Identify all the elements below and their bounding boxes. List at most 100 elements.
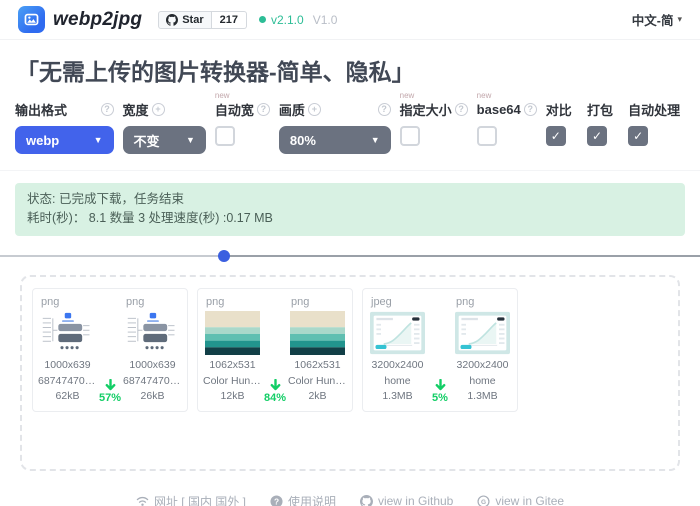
slider-track-remaining[interactable] bbox=[224, 255, 700, 257]
version-secondary: V1.0 bbox=[313, 13, 338, 27]
base64-label: base64 bbox=[477, 102, 521, 117]
compare-checkbox[interactable]: ✓ bbox=[546, 126, 566, 146]
image-dimensions: 3200x2400 bbox=[368, 358, 427, 374]
format-label: png bbox=[456, 296, 512, 308]
star-label: Star bbox=[182, 14, 203, 26]
compare-label: 对比 bbox=[546, 100, 572, 119]
reduction-indicator: 84% bbox=[262, 296, 288, 405]
specify-size-checkbox[interactable] bbox=[400, 126, 420, 146]
width-control: 宽度 + 不变 ▼ bbox=[123, 101, 206, 154]
thumbnail-dashboard[interactable] bbox=[455, 311, 510, 355]
chevron-down-icon: ▾ bbox=[677, 14, 682, 25]
quality-value: 80% bbox=[290, 133, 316, 148]
output-format-control: 输出格式 ? webp ▼ bbox=[15, 101, 114, 154]
reduction-percent: 5% bbox=[432, 392, 448, 404]
image-dimensions: 3200x2400 bbox=[453, 358, 512, 374]
output-format-value: webp bbox=[26, 133, 59, 148]
output-format-select[interactable]: webp ▼ bbox=[15, 126, 114, 154]
app-title: webp2jpg bbox=[53, 9, 142, 31]
image-dimensions: 1000x639 bbox=[123, 358, 182, 374]
quality-select[interactable]: 80% ▼ bbox=[279, 126, 391, 154]
thumbnail-palette[interactable] bbox=[205, 311, 260, 355]
new-badge: new bbox=[477, 92, 492, 100]
footer-link[interactable]: ? 使用说明 bbox=[270, 493, 336, 506]
thumbnail-diagram[interactable] bbox=[40, 311, 95, 355]
drop-zone[interactable]: png1000x6396874747073...62kB57%png1000x6… bbox=[20, 275, 680, 471]
auto-width-checkbox[interactable] bbox=[215, 126, 235, 146]
quality-control: 画质 + ? 80% ▼ bbox=[279, 101, 391, 154]
auto-width-label: 自动宽 bbox=[215, 100, 254, 119]
format-label: png bbox=[41, 296, 97, 308]
footer-link-label: 使用说明 bbox=[288, 493, 336, 506]
format-label: png bbox=[291, 296, 347, 308]
status-banner: 状态: 已完成下载，任务结束 耗时(秒)： 8.1 数量 3 处理速度(秒) :… bbox=[15, 183, 685, 236]
reduction-indicator: 57% bbox=[97, 296, 123, 405]
help-icon[interactable]: ? bbox=[524, 103, 537, 116]
top-bar: webp2jpg Star 217 v2.1.0 V1.0 中文-简 ▾ bbox=[0, 0, 700, 40]
image-dimensions: 1062x531 bbox=[288, 358, 347, 374]
package-label: 打包 bbox=[587, 100, 613, 119]
width-select[interactable]: 不变 ▼ bbox=[123, 126, 206, 154]
image-size: 26kB bbox=[123, 389, 182, 405]
base64-checkbox[interactable] bbox=[477, 126, 497, 146]
gitee-icon: G bbox=[477, 495, 490, 506]
format-label: jpeg bbox=[371, 296, 427, 308]
star-count: 217 bbox=[212, 11, 247, 29]
footer-links: 网址 [ 国内 国外 ]? 使用说明 view in Github Gview in … bbox=[0, 493, 700, 506]
help-icon[interactable]: ? bbox=[378, 103, 391, 116]
result-output: png 1062x531Color Hunt ...2kB bbox=[288, 296, 347, 405]
image-dimensions: 1000x639 bbox=[38, 358, 97, 374]
help-icon[interactable]: ? bbox=[101, 103, 114, 116]
question-icon: ? bbox=[270, 495, 283, 506]
image-name: Color Hunt ... bbox=[288, 374, 347, 390]
width-value: 不变 bbox=[134, 131, 160, 150]
help-icon[interactable]: ? bbox=[455, 103, 468, 116]
image-name: home bbox=[368, 374, 427, 390]
output-format-label: 输出格式 bbox=[15, 100, 67, 119]
slider-handle[interactable] bbox=[218, 250, 230, 262]
github-icon bbox=[360, 495, 373, 506]
progress-slider[interactable] bbox=[0, 249, 700, 263]
chevron-down-icon: ▼ bbox=[371, 135, 380, 145]
format-label: png bbox=[126, 296, 182, 308]
result-card[interactable]: png1000x6396874747073...62kB57%png1000x6… bbox=[32, 288, 188, 412]
footer-link-label: view in Github bbox=[378, 494, 453, 506]
thumbnail-diagram[interactable] bbox=[125, 311, 180, 355]
result-card[interactable]: jpeg3200x2400home1.3MB5%png3200x2400home… bbox=[362, 288, 518, 412]
thumbnail-palette[interactable] bbox=[290, 311, 345, 355]
image-size: 1.3MB bbox=[368, 389, 427, 405]
result-source: jpeg 3200x2400home1.3MB bbox=[368, 296, 427, 405]
thumbnail-dashboard[interactable] bbox=[370, 311, 425, 355]
base64-control: new base64 ? bbox=[477, 101, 537, 146]
auto-process-checkbox[interactable]: ✓ bbox=[628, 126, 648, 146]
plus-icon[interactable]: + bbox=[308, 103, 321, 116]
page-title: 「无需上传的图片转换器-简单、隐私」 bbox=[0, 40, 700, 91]
github-icon bbox=[166, 14, 178, 26]
footer-link[interactable]: view in Github bbox=[360, 494, 453, 506]
help-icon[interactable]: ? bbox=[257, 103, 270, 116]
version-dot-icon bbox=[259, 16, 266, 23]
plus-icon[interactable]: + bbox=[152, 103, 165, 116]
result-card[interactable]: png1062x531Color Hunt ...12kB84%png1062x… bbox=[197, 288, 353, 412]
chevron-down-icon: ▼ bbox=[186, 135, 195, 145]
footer-link[interactable]: 网址 [ 国内 国外 ] bbox=[136, 493, 246, 506]
image-name: Color Hunt ... bbox=[203, 374, 262, 390]
reduction-percent: 57% bbox=[99, 392, 121, 404]
language-label: 中文-简 bbox=[632, 10, 674, 29]
compare-control: 对比 ✓ bbox=[546, 101, 578, 146]
github-star-badge[interactable]: Star 217 bbox=[158, 11, 247, 29]
footer-link-label: 网址 [ 国内 国外 ] bbox=[154, 493, 246, 506]
new-badge: new bbox=[215, 92, 230, 100]
image-size: 2kB bbox=[288, 389, 347, 405]
specify-size-label: 指定大小 bbox=[400, 100, 452, 119]
image-size: 1.3MB bbox=[453, 389, 512, 405]
footer-link[interactable]: Gview in Gitee bbox=[477, 494, 564, 506]
arrow-down-icon bbox=[435, 379, 446, 391]
format-label: png bbox=[206, 296, 262, 308]
image-name: 6874747073... bbox=[38, 374, 97, 390]
version-info: v2.1.0 V1.0 bbox=[259, 13, 337, 27]
package-checkbox[interactable]: ✓ bbox=[587, 126, 607, 146]
arrow-down-icon bbox=[105, 379, 116, 391]
image-size: 12kB bbox=[203, 389, 262, 405]
language-select[interactable]: 中文-简 ▾ bbox=[632, 10, 682, 29]
